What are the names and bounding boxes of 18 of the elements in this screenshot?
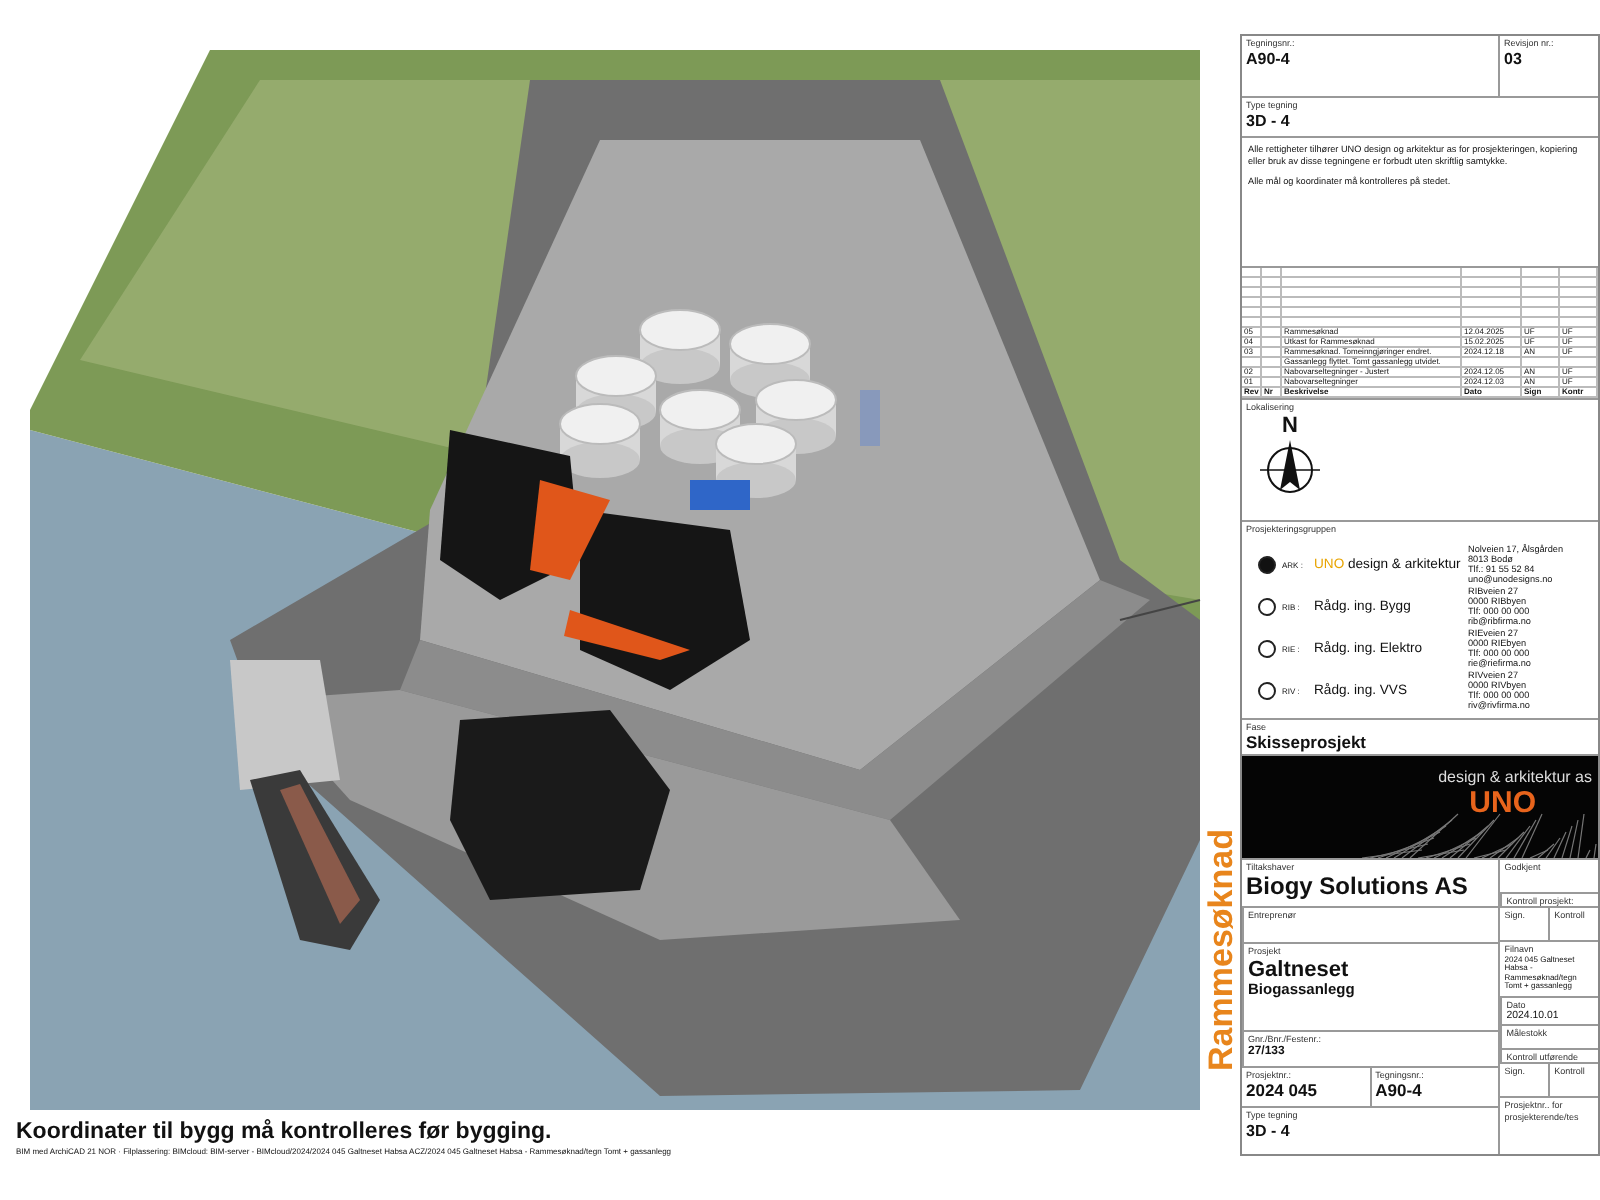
field-value: A90-4: [1246, 49, 1292, 68]
coordinates-warning: Koordinater til bygg må kontrolleres før bygging.: [16, 1120, 554, 1146]
project-name: Galtneset: [1248, 957, 1351, 983]
radio-button[interactable]: [1258, 555, 1276, 573]
radio-button[interactable]: [1258, 681, 1276, 699]
logo-tagline: design & arkitektur as: [1438, 768, 1592, 786]
field-value: 2024 045: [1246, 1081, 1319, 1101]
application-type-label: Rammesøknad: [1202, 829, 1242, 1071]
field-value: Biogy Solutions AS: [1246, 873, 1470, 901]
logo-wordmark: UNO: [1469, 786, 1536, 820]
north-label: N: [1282, 413, 1300, 437]
field-value: 03: [1504, 49, 1524, 68]
field-value: 3D - 4: [1246, 1121, 1292, 1140]
field-value: 3D - 4: [1246, 111, 1292, 130]
radio-button[interactable]: [1258, 639, 1276, 657]
field-value: A90-4: [1375, 1081, 1422, 1101]
field-value: Skisseprosjekt: [1246, 733, 1369, 753]
radio-button[interactable]: [1258, 597, 1276, 615]
